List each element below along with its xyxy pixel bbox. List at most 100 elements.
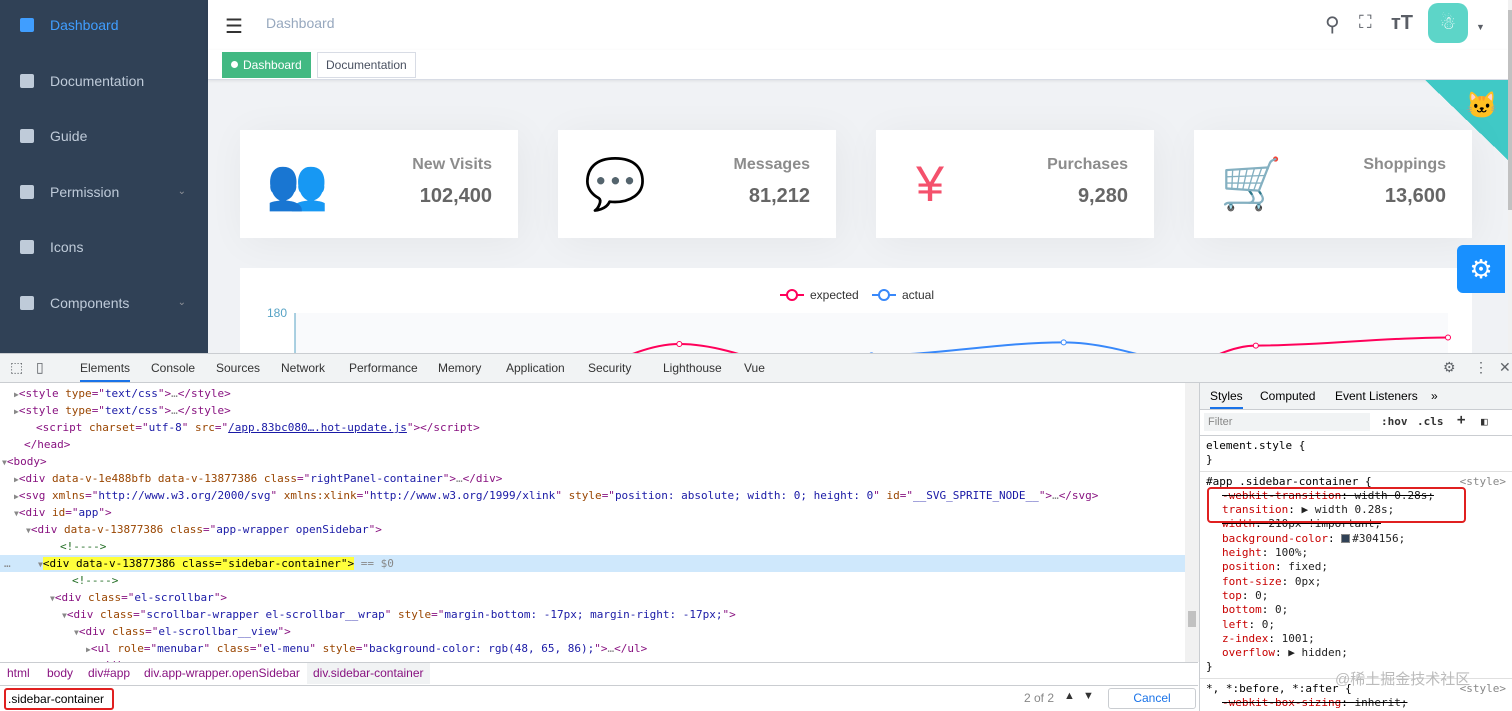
more-dots-icon[interactable]: …: [4, 555, 11, 572]
elements-scrollbar[interactable]: [1185, 383, 1199, 662]
code-token: =": [92, 387, 105, 400]
dom-node-line[interactable]: ▶<style type="text/css">…</style>: [0, 402, 1185, 419]
more-icon[interactable]: ⋮: [1474, 359, 1488, 376]
code-token: "></script>: [407, 421, 480, 434]
legend-label-actual: actual: [902, 288, 934, 302]
code-token: background-color: rgb(48, 65, 86);: [369, 642, 594, 655]
css-property[interactable]: overflow: ▶ hidden;: [1206, 646, 1506, 660]
tab-performance[interactable]: Performance: [349, 361, 418, 375]
sidebar-item-dashboard[interactable]: Dashboard: [0, 0, 208, 53]
search-icon[interactable]: ⚲: [1325, 12, 1340, 37]
stat-card[interactable]: ¥Purchases9,280: [876, 130, 1154, 238]
sidebar-item-documentation[interactable]: Documentation: [0, 53, 208, 109]
tab-security[interactable]: Security: [588, 361, 631, 375]
code-token: =": [133, 608, 146, 621]
styles-tabs: Styles Computed Event Listeners »: [1200, 383, 1512, 410]
dom-node-line[interactable]: ▶<style type="text/css">…</style>: [0, 385, 1185, 402]
card-label: New Visits: [412, 156, 492, 174]
card-label: Messages: [734, 156, 811, 174]
css-property[interactable]: left: 0;: [1206, 618, 1506, 632]
breadcrumb-4[interactable]: div.sidebar-container: [307, 663, 430, 684]
cancel-button[interactable]: Cancel: [1108, 688, 1196, 709]
dom-node-line[interactable]: ▶<div data-v-1e488bfb data-v-13877386 cl…: [0, 470, 1185, 487]
css-property[interactable]: font-size: 0px;: [1206, 575, 1506, 589]
stat-card[interactable]: 👥New Visits102,400: [240, 130, 518, 238]
tab-sources[interactable]: Sources: [216, 361, 260, 375]
dom-node-line[interactable]: <!---->: [0, 538, 1185, 555]
tab-console[interactable]: Console: [151, 361, 195, 375]
breadcrumb[interactable]: Dashboard: [266, 15, 335, 31]
tag-documentation[interactable]: Documentation: [317, 52, 416, 78]
prev-match-icon[interactable]: ▲: [1064, 690, 1075, 702]
fullscreen-icon[interactable]: ⛶: [1359, 12, 1372, 33]
dom-node-line[interactable]: …▼<div data-v-13877386 class="sidebar-co…: [0, 555, 1185, 572]
css-property[interactable]: background-color: #304156;: [1206, 532, 1506, 546]
tab-styles[interactable]: Styles: [1210, 389, 1243, 409]
page-scrollbar[interactable]: [1508, 0, 1512, 353]
tab-elements[interactable]: Elements: [80, 361, 130, 382]
sidebar-item-permission[interactable]: Permission⌄: [0, 164, 208, 220]
code-token: rightPanel-container: [310, 472, 442, 485]
dom-node-line[interactable]: ▼<div id="app">: [0, 504, 1185, 521]
dom-node-line[interactable]: ▶<ul role="menubar" class="el-menu" styl…: [0, 640, 1185, 657]
dom-node-line[interactable]: ▼<div class="el-scrollbar">: [0, 589, 1185, 606]
breadcrumb-0[interactable]: html: [7, 663, 30, 684]
settings-button[interactable]: ⚙: [1457, 245, 1505, 293]
dom-node-line[interactable]: </head>: [0, 436, 1185, 453]
dom-node-line[interactable]: ▶<svg xmlns="http://www.w3.org/2000/svg"…: [0, 487, 1185, 504]
sidebar-item-guide[interactable]: Guide: [0, 108, 208, 164]
gear-icon[interactable]: ⚙: [1443, 359, 1456, 376]
search-input[interactable]: .sidebar-container: [4, 688, 114, 710]
stat-card[interactable]: 🛒Shoppings13,600: [1194, 130, 1472, 238]
avatar[interactable]: ☃: [1428, 3, 1468, 43]
device-toggle-icon[interactable]: ▯: [36, 359, 44, 376]
data-point-expected: [1253, 343, 1258, 348]
hamburger-icon[interactable]: ☰: [225, 14, 243, 39]
code-token: =": [250, 642, 263, 655]
stat-card[interactable]: 💬Messages81,212: [558, 130, 836, 238]
caret-down-icon[interactable]: ▼: [1476, 22, 1485, 32]
tag-dashboard[interactable]: Dashboard: [222, 52, 311, 78]
dom-node-line[interactable]: ▼<div class="scrollbar-wrapper el-scroll…: [0, 606, 1185, 623]
code-token: </style>: [178, 404, 231, 417]
devtools: ⬚ ▯ ⚙ ⋮ ✕ Elements Console Sources Network P…: [0, 353, 1512, 710]
more-tabs-icon[interactable]: »: [1431, 389, 1438, 403]
dom-node-line[interactable]: ▼<body>: [0, 453, 1185, 470]
css-property[interactable]: bottom: 0;: [1206, 603, 1506, 617]
css-property[interactable]: position: fixed;: [1206, 560, 1506, 574]
color-swatch[interactable]: [1341, 534, 1350, 543]
hov-button[interactable]: :hov: [1381, 415, 1408, 428]
code-token: type: [65, 387, 92, 400]
next-match-icon[interactable]: ▼: [1083, 690, 1094, 702]
dom-node-line[interactable]: ▼<div data-v-13877386 class="app-wrapper…: [0, 521, 1185, 538]
breadcrumb-2[interactable]: div#app: [88, 663, 130, 684]
sidebar-toggle-icon[interactable]: ◧: [1481, 415, 1488, 428]
tab-lighthouse[interactable]: Lighthouse: [663, 361, 722, 375]
tab-computed[interactable]: Computed: [1260, 389, 1315, 403]
dom-node-line[interactable]: <!---->: [0, 572, 1185, 589]
tab-event-listeners[interactable]: Event Listeners: [1335, 389, 1418, 403]
tab-memory[interactable]: Memory: [438, 361, 481, 375]
font-size-icon[interactable]: тT: [1391, 12, 1413, 35]
breadcrumb-1[interactable]: body: [47, 663, 73, 684]
inspect-icon[interactable]: ⬚: [10, 359, 23, 376]
tab-network[interactable]: Network: [281, 361, 325, 375]
dom-node-line[interactable]: <script charset="utf-8" src="/app.83bc08…: [0, 419, 1185, 436]
tab-vue[interactable]: Vue: [744, 361, 765, 375]
cls-button[interactable]: .cls: [1417, 415, 1444, 428]
sidebar-item-components[interactable]: Components⌄: [0, 275, 208, 331]
css-property[interactable]: height: 100%;: [1206, 546, 1506, 560]
sidebar-item-icons[interactable]: Icons: [0, 219, 208, 275]
close-icon[interactable]: ✕: [1499, 359, 1511, 376]
dom-node-line[interactable]: ▼<div class="el-scrollbar__view">: [0, 623, 1185, 640]
rule-source-link[interactable]: <style>: [1460, 475, 1506, 489]
css-property[interactable]: top: 0;: [1206, 589, 1506, 603]
line-chart: 180expectedactual: [240, 268, 1472, 353]
filter-input[interactable]: Filter: [1204, 413, 1370, 431]
indent: [0, 642, 86, 655]
css-property[interactable]: z-index: 1001;: [1206, 632, 1506, 646]
tab-application[interactable]: Application: [506, 361, 565, 375]
new-rule-button[interactable]: +: [1457, 412, 1465, 428]
code-token: </head>: [24, 438, 70, 451]
breadcrumb-3[interactable]: div.app-wrapper.openSidebar: [144, 663, 300, 684]
